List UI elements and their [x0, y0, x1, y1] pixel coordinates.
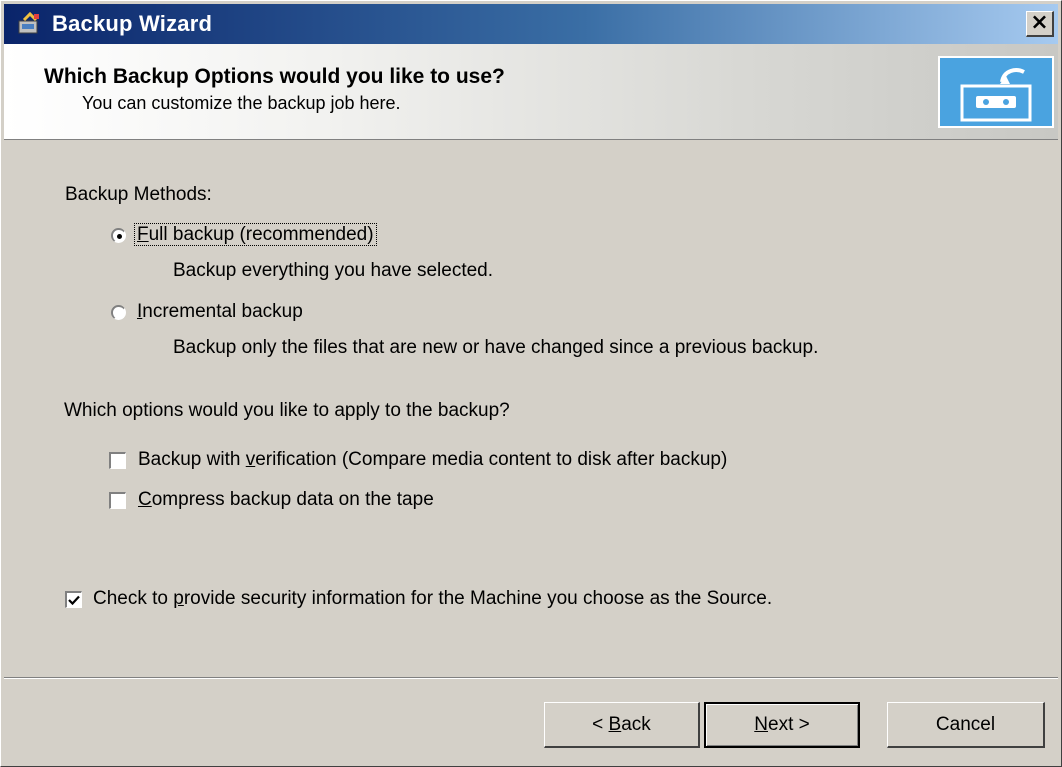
- apply-options-heading: Which options would you like to apply to…: [64, 400, 510, 421]
- back-accel: B: [608, 713, 622, 735]
- full-backup-description: Backup everything you have selected.: [173, 260, 494, 281]
- next-accel: N: [754, 714, 768, 735]
- footer-separator: [4, 677, 1058, 679]
- backup-wizard-app-icon: [16, 11, 42, 37]
- incremental-backup-radio[interactable]: [111, 305, 126, 320]
- back-label-rest: ack: [621, 713, 651, 735]
- back-button[interactable]: < Back: [544, 702, 700, 748]
- compress-label[interactable]: Compress backup data on the tape: [138, 489, 434, 511]
- incremental-backup-label-rest: ncremental backup: [142, 301, 303, 322]
- verification-label-pre: Backup with: [138, 449, 246, 470]
- close-button[interactable]: ×: [1026, 11, 1054, 37]
- full-backup-accel: F: [137, 224, 149, 245]
- verification-label-rest: erification (Compare media content to di…: [255, 449, 728, 470]
- security-label-pre: Check to: [93, 588, 174, 609]
- incremental-backup-label[interactable]: Incremental backup: [137, 301, 303, 323]
- focus-rectangle: Full backup (recommended): [134, 223, 377, 246]
- incremental-backup-description: Backup only the files that are new or ha…: [173, 337, 819, 358]
- page-subtitle: You can customize the backup job here.: [82, 93, 401, 113]
- window-title: Backup Wizard: [52, 11, 213, 36]
- next-button[interactable]: Next >: [704, 702, 860, 748]
- security-info-checkbox[interactable]: [65, 591, 82, 608]
- next-label-rest: ext >: [768, 714, 810, 735]
- security-info-label[interactable]: Check to provide security information fo…: [93, 588, 772, 610]
- verification-accel: v: [245, 449, 256, 470]
- back-prefix: <: [592, 713, 609, 735]
- check-mark-icon: [68, 595, 80, 606]
- cancel-button[interactable]: Cancel: [887, 702, 1045, 748]
- verification-label[interactable]: Backup with verification (Compare media …: [138, 449, 727, 471]
- full-backup-radio[interactable]: [111, 228, 126, 243]
- compress-checkbox[interactable]: [109, 492, 126, 509]
- security-accel: p: [173, 588, 184, 609]
- backup-methods-heading: Backup Methods:: [65, 184, 212, 205]
- full-backup-label[interactable]: Full backup (recommended): [134, 223, 377, 246]
- title-bar[interactable]: Backup Wizard ×: [4, 4, 1058, 44]
- compress-label-rest: ompress backup data on the tape: [151, 489, 434, 510]
- backup-wizard-window: Backup Wizard × Which Backup Options wou…: [0, 0, 1062, 767]
- page-title: Which Backup Options would you like to u…: [44, 65, 505, 88]
- wizard-header: Which Backup Options would you like to u…: [4, 44, 1058, 140]
- verification-checkbox[interactable]: [109, 452, 126, 469]
- tape-backup-icon: [938, 56, 1054, 128]
- full-backup-label-rest: ull backup (recommended): [148, 224, 374, 245]
- radio-selected-dot: [117, 234, 122, 239]
- compress-accel: C: [138, 489, 152, 510]
- security-label-rest: rovide security information for the Mach…: [183, 588, 773, 609]
